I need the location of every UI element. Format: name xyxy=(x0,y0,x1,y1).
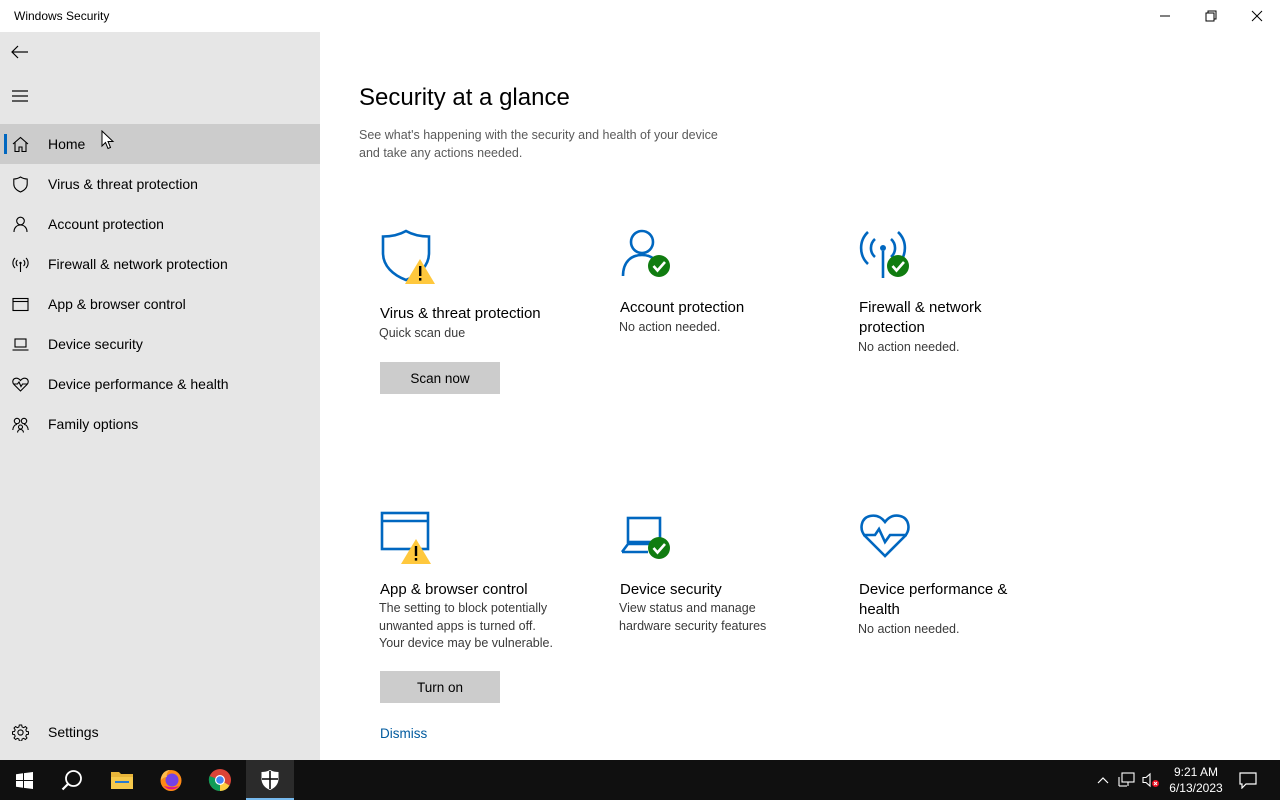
show-hidden-icons-button[interactable] xyxy=(1093,770,1113,790)
chrome-icon xyxy=(208,769,231,791)
sidebar-item-label: Device performance & health xyxy=(48,376,229,392)
antenna-icon xyxy=(12,256,29,273)
card-description: No action needed. xyxy=(619,320,721,334)
sidebar-item-device-security[interactable]: Device security xyxy=(0,324,320,364)
hamburger-menu-button[interactable] xyxy=(0,76,40,116)
search-icon xyxy=(61,770,82,791)
card-title: App & browser control xyxy=(380,581,528,598)
taskbar: 9:21 AM 6/13/2023 xyxy=(0,760,1280,800)
home-icon xyxy=(12,136,29,153)
card-performance-health[interactable]: Device performance & health No action ne… xyxy=(839,488,1073,760)
card-title: Device performance & health xyxy=(859,581,1008,618)
sidebar-item-label: Virus & threat protection xyxy=(48,176,198,192)
sidebar-item-home[interactable]: Home xyxy=(0,124,320,164)
taskbar-search-button[interactable] xyxy=(48,760,96,800)
window-title: Windows Security xyxy=(14,9,110,23)
sidebar: Home Virus & threat protection Account p… xyxy=(0,32,320,760)
notification-icon xyxy=(1239,771,1257,789)
taskbar-clock[interactable]: 9:21 AM 6/13/2023 xyxy=(1160,764,1232,796)
title-bar: Windows Security xyxy=(0,0,1280,32)
heart-pulse-icon xyxy=(860,514,910,558)
card-description: View status and manage hardware security … xyxy=(619,601,767,633)
card-description: Quick scan due xyxy=(379,326,466,340)
minimize-button[interactable] xyxy=(1142,0,1188,32)
laptop-icon xyxy=(12,336,29,353)
sidebar-item-virus-threat[interactable]: Virus & threat protection xyxy=(0,164,320,204)
taskbar-firefox[interactable] xyxy=(147,760,195,800)
card-title: Device security xyxy=(620,581,722,598)
antenna-check-icon xyxy=(859,231,909,278)
card-description: The setting to block potentially unwanted… xyxy=(379,601,553,650)
mouse-cursor-icon xyxy=(101,130,115,150)
card-title: Account protection xyxy=(620,299,745,316)
sidebar-item-settings[interactable]: Settings xyxy=(0,712,320,752)
firefox-icon xyxy=(160,770,182,791)
action-center-button[interactable] xyxy=(1238,770,1258,790)
card-app-browser[interactable]: App & browser control The setting to blo… xyxy=(360,488,594,760)
card-virus-threat[interactable]: Virus & threat protection Quick scan due… xyxy=(360,208,594,480)
page-subtitle: See what's happening with the security a… xyxy=(359,128,718,160)
sidebar-nav: Home Virus & threat protection Account p… xyxy=(0,124,320,444)
sidebar-item-label: Account protection xyxy=(48,216,164,232)
restore-icon xyxy=(1205,10,1217,22)
back-arrow-icon xyxy=(11,45,28,59)
sidebar-item-performance-health[interactable]: Device performance & health xyxy=(0,364,320,404)
gear-icon xyxy=(12,724,29,741)
shield-icon xyxy=(12,176,29,193)
volume-tray-button[interactable] xyxy=(1141,770,1161,790)
back-button[interactable] xyxy=(0,32,40,72)
taskbar-file-explorer[interactable] xyxy=(98,760,146,800)
clock-time: 9:21 AM xyxy=(1173,765,1219,779)
browser-window-icon xyxy=(12,296,29,313)
card-description: No action needed. xyxy=(858,340,960,354)
clock-date: 6/13/2023 xyxy=(1169,781,1223,795)
windows-security-icon xyxy=(261,770,279,790)
network-tray-button[interactable] xyxy=(1117,770,1137,790)
hamburger-icon xyxy=(12,90,28,102)
taskbar-chrome[interactable] xyxy=(196,760,244,800)
settings-label: Settings xyxy=(48,724,99,740)
sidebar-item-account[interactable]: Account protection xyxy=(0,204,320,244)
card-device-security[interactable]: Device security View status and manage ha… xyxy=(600,488,834,760)
family-icon xyxy=(12,416,29,433)
sidebar-item-label: App & browser control xyxy=(48,296,186,312)
window-controls xyxy=(1142,0,1280,32)
sidebar-item-label: Home xyxy=(48,136,86,152)
sidebar-item-firewall[interactable]: Firewall & network protection xyxy=(0,244,320,284)
card-title: Firewall & network protection xyxy=(859,299,982,336)
heart-icon xyxy=(12,376,29,393)
turn-on-button[interactable]: Turn on xyxy=(380,671,500,703)
start-button[interactable] xyxy=(0,760,48,800)
dismiss-link[interactable]: Dismiss xyxy=(380,726,427,741)
sidebar-item-label: Family options xyxy=(48,416,139,432)
laptop-check-icon xyxy=(620,516,670,559)
windows-start-icon xyxy=(15,771,33,789)
chevron-up-icon xyxy=(1097,777,1109,784)
scan-now-button[interactable]: Scan now xyxy=(380,362,500,394)
card-firewall[interactable]: Firewall & network protection No action … xyxy=(839,208,1073,480)
person-check-icon xyxy=(621,229,670,277)
file-explorer-icon xyxy=(111,772,133,789)
taskbar-windows-security[interactable] xyxy=(246,760,294,800)
close-icon xyxy=(1251,10,1263,22)
card-title: Virus & threat protection xyxy=(380,305,541,322)
shield-warning-icon xyxy=(381,229,435,284)
minimize-icon xyxy=(1160,15,1170,17)
main-content: Security at a glance See what's happenin… xyxy=(320,32,1280,760)
browser-warning-icon xyxy=(380,511,431,564)
sidebar-item-family[interactable]: Family options xyxy=(0,404,320,444)
person-icon xyxy=(12,216,29,233)
close-button[interactable] xyxy=(1234,0,1280,32)
restore-button[interactable] xyxy=(1188,0,1234,32)
volume-muted-icon xyxy=(1142,772,1159,788)
network-icon xyxy=(1118,772,1135,787)
sidebar-item-app-browser[interactable]: App & browser control xyxy=(0,284,320,324)
sidebar-item-label: Device security xyxy=(48,336,143,352)
card-account-protection[interactable]: Account protection No action needed. xyxy=(600,208,834,480)
page-title: Security at a glance xyxy=(359,84,570,111)
card-description: No action needed. xyxy=(858,622,960,636)
sidebar-item-label: Firewall & network protection xyxy=(48,256,228,272)
